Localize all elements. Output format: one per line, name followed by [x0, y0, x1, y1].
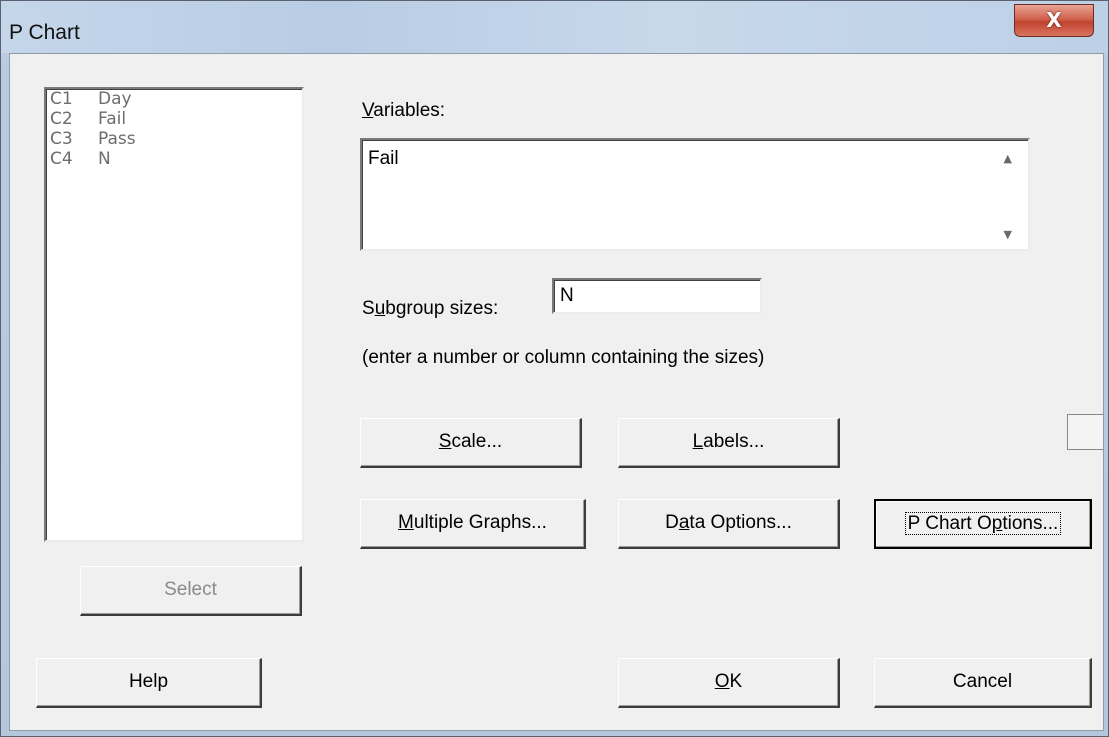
subgroup-sizes-label: Subgroup sizes:: [362, 298, 499, 319]
p-chart-options-button[interactable]: P Chart Options...: [874, 499, 1092, 549]
list-item[interactable]: C2 Fail: [46, 109, 302, 129]
list-item[interactable]: C4 N: [46, 149, 302, 169]
column-id: C3: [50, 129, 73, 149]
subgroup-sizes-hint: (enter a number or column containing the…: [362, 347, 765, 368]
columns-listbox[interactable]: C1 Day C2 Fail C3 Pass C4 N: [44, 87, 304, 542]
variables-value: Fail: [368, 148, 399, 169]
close-icon: X: [1046, 8, 1062, 32]
column-id: C2: [50, 109, 73, 129]
select-button[interactable]: Select: [80, 566, 302, 616]
list-item[interactable]: C1 Day: [46, 89, 302, 109]
variables-label: Variables:: [362, 100, 446, 121]
title-bar[interactable]: P Chart X: [1, 1, 1108, 53]
column-name: Fail: [98, 109, 127, 129]
column-id: C4: [50, 149, 73, 169]
help-button[interactable]: Help: [36, 658, 262, 708]
list-item[interactable]: C3 Pass: [46, 129, 302, 149]
subgroup-sizes-input[interactable]: N: [552, 278, 762, 314]
column-name: Pass: [98, 129, 136, 149]
column-name: Day: [98, 89, 132, 109]
data-options-button[interactable]: Data Options...: [618, 499, 840, 549]
cancel-button[interactable]: Cancel: [874, 658, 1092, 708]
multiple-graphs-button[interactable]: Multiple Graphs...: [360, 499, 586, 549]
side-panel-tab[interactable]: [1067, 414, 1103, 450]
scale-button[interactable]: Scale...: [360, 418, 582, 468]
labels-button[interactable]: Labels...: [618, 418, 840, 468]
ok-button[interactable]: OK: [618, 658, 840, 708]
close-button[interactable]: X: [1014, 4, 1094, 37]
variables-field[interactable]: Fail ▲ ▼: [360, 138, 1030, 251]
window-title: P Chart: [9, 21, 80, 44]
scroll-up-arrow-icon[interactable]: ▲: [1004, 152, 1012, 165]
column-id: C1: [50, 89, 73, 109]
dialog-window: P Chart X C1 Day C2 Fail C3 Pass C4 N Variab…: [0, 0, 1109, 737]
scroll-down-arrow-icon[interactable]: ▼: [1004, 228, 1012, 241]
dialog-body: C1 Day C2 Fail C3 Pass C4 N Variables: Fail …: [9, 53, 1104, 731]
column-name: N: [98, 149, 111, 169]
